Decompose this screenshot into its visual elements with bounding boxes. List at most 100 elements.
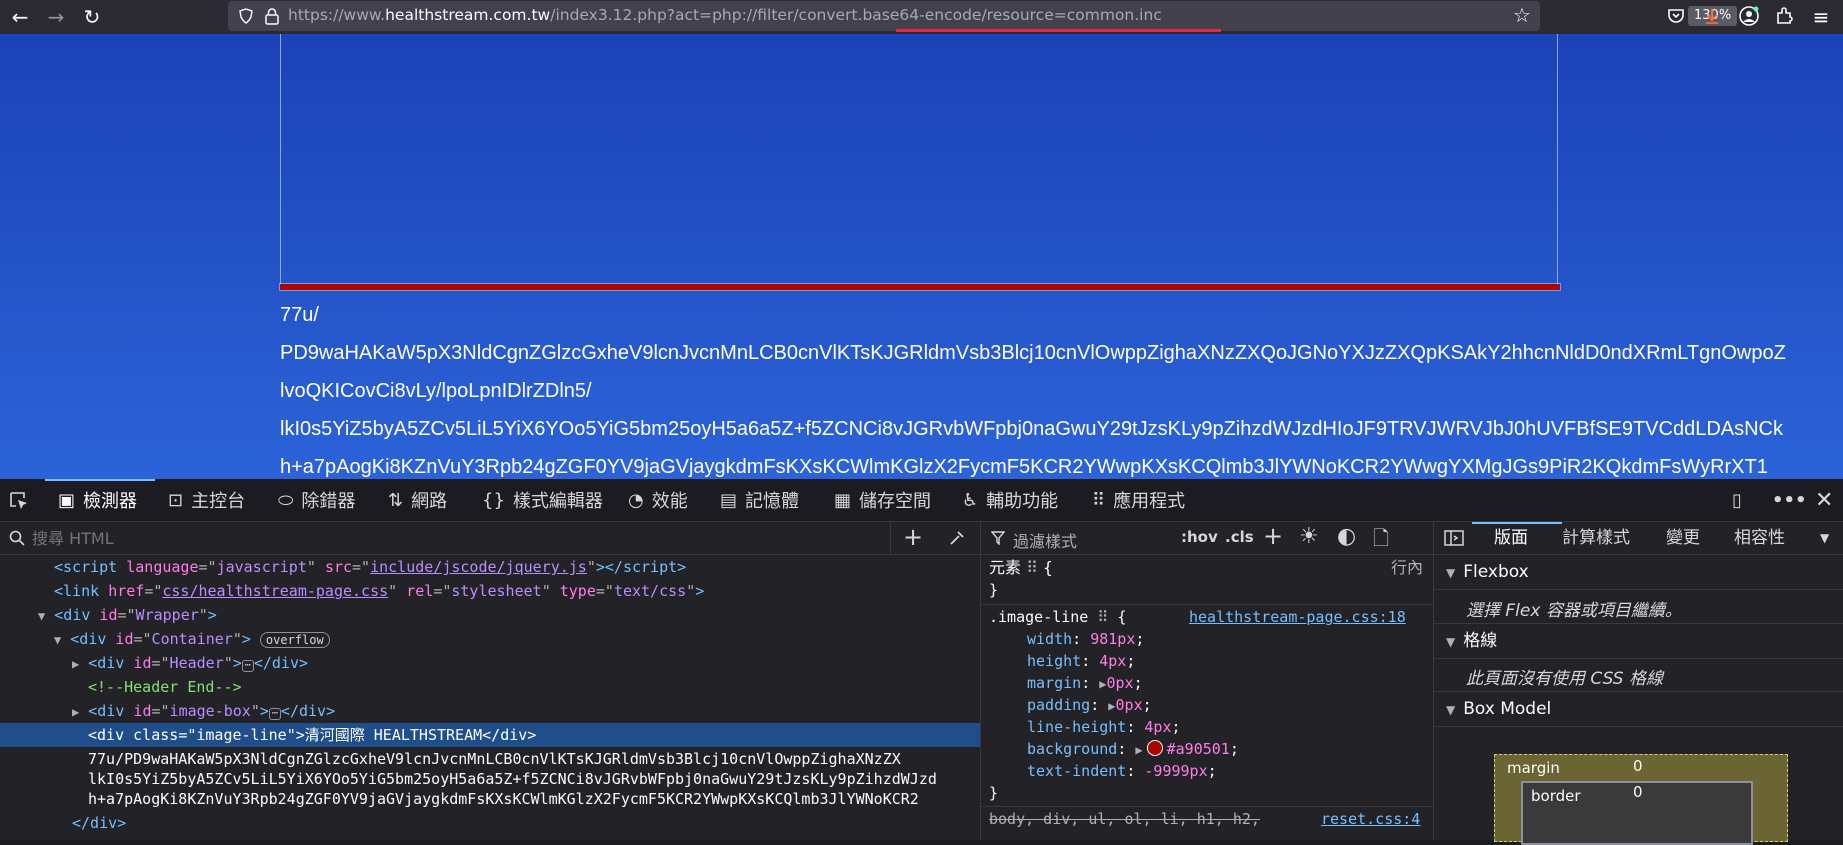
extensions-icon[interactable] [1774, 6, 1794, 26]
add-rule-icon[interactable]: + [1263, 522, 1283, 550]
css-declaration[interactable]: padding: ▶0px; [1027, 694, 1152, 716]
expand-triangle-icon: ▶ [1135, 743, 1143, 757]
markup-text-node[interactable]: h+a7pAogKi8KZnVuY3Rpb24gZGF0YV9jaGVjaygk… [0, 787, 980, 811]
print-media-icon[interactable]: 🗋 [1373, 524, 1389, 558]
browser-toolbar: ← → ↻ https://www.healthstream.com.tw/in… [0, 0, 1843, 34]
markup-node-image-line-selected[interactable]: <div class="image-line">清河國際 HEALTHSTREA… [0, 723, 980, 747]
tab-storage[interactable]: ▦ 儲存空間 [834, 479, 931, 521]
collapse-triangle-icon[interactable]: ▶ [0, 705, 79, 719]
add-node-icon[interactable]: + [903, 523, 923, 551]
margin-top-value[interactable]: 0 [1633, 757, 1643, 775]
tab-application[interactable]: ⠿ 應用程式 [1092, 479, 1185, 521]
boxmodel-margin[interactable]: margin 0 border 0 [1494, 754, 1788, 845]
markup-node-wrapper[interactable]: ▼ <div id="Wrapper"> [0, 603, 980, 627]
pocket-icon[interactable] [1666, 6, 1686, 26]
divider [890, 522, 891, 554]
collapse-triangle-icon[interactable]: ▶ [0, 657, 79, 671]
tab-console[interactable]: ⊡ 主控台 [168, 479, 245, 521]
color-swatch[interactable] [1146, 740, 1163, 756]
element-picker-icon[interactable] [8, 490, 30, 512]
responsive-design-icon[interactable]: ▯ [1732, 479, 1742, 521]
reset-source-link[interactable]: reset.css:4 [1321, 808, 1420, 830]
ellipsis-icon[interactable]: ⋯ [241, 660, 254, 672]
image-line-selector[interactable]: .image-line ⠿ { [989, 606, 1126, 628]
application-icon: ⠿ [1092, 489, 1106, 511]
flexbox-section-header[interactable]: ▼ Flexbox [1434, 555, 1843, 590]
style-editor-icon: {} [482, 489, 505, 511]
class-toggle[interactable]: .cls [1225, 528, 1254, 546]
expand-triangle-icon: ▶ [1108, 699, 1116, 713]
dark-theme-icon[interactable]: ◐ [1337, 524, 1356, 549]
markup-node-header[interactable]: ▶ <div id="Header"> ⋯ </div> [0, 651, 980, 675]
css-declaration[interactable]: margin: ▶0px; [1027, 672, 1143, 694]
border-top-value[interactable]: 0 [1633, 783, 1643, 801]
overflow-badge[interactable]: overflow [259, 632, 330, 648]
hover-state-toggle[interactable]: :hov [1181, 528, 1218, 546]
menu-hamburger-icon[interactable]: ≡ [1806, 4, 1836, 30]
memory-icon: ▤ [720, 489, 738, 511]
grid-note: 此頁面沒有使用 CSS 格線 [1466, 669, 1663, 689]
markup-close-div[interactable]: </div> [0, 811, 980, 835]
tab-layout[interactable]: 版面 [1494, 522, 1528, 554]
expand-triangle-icon[interactable]: ▼ [0, 609, 45, 623]
rules-filter-input[interactable]: 過濾樣式 [1013, 528, 1077, 552]
account-icon[interactable] [1738, 5, 1760, 27]
accessibility-icon: ♿ [962, 489, 979, 511]
rules-filter-bar: 過濾樣式 :hov .cls + ☀ ◐ 🗋 [981, 522, 1433, 555]
eyedropper-icon[interactable] [948, 529, 966, 547]
reload-icon[interactable]: ↻ [77, 4, 107, 30]
back-arrow-icon[interactable]: ← [5, 4, 35, 30]
css-declaration[interactable]: width: 981px; [1027, 628, 1144, 650]
html-search-input[interactable] [30, 528, 884, 549]
tab-accessibility[interactable]: ♿ 輔助功能 [962, 479, 1058, 521]
chevron-down-icon[interactable]: ▼ [1820, 522, 1829, 554]
boxmodel-section-header[interactable]: ▼ Box Model [1434, 691, 1843, 727]
download-icon[interactable] [1702, 6, 1722, 26]
stylesheet-source-link[interactable]: healthstream-page.css:18 [1189, 606, 1406, 628]
boxmodel-border[interactable]: border 0 [1521, 781, 1753, 845]
css-declaration[interactable]: text-indent: -9999px; [1027, 760, 1217, 782]
tab-style-editor[interactable]: {} 樣式編輯器 [482, 479, 603, 521]
url-prefix: https://www. [288, 6, 386, 24]
ellipsis-icon[interactable]: ⋯ [268, 708, 281, 720]
markup-comment[interactable]: <!--Header End--> [0, 675, 980, 699]
url-text[interactable]: https://www.healthstream.com.tw/index3.1… [288, 6, 1162, 24]
markup-node-link[interactable]: <link href="css/healthstream-page.css" r… [0, 579, 980, 603]
tab-performance[interactable]: ◔ 效能 [628, 479, 688, 521]
grid-section-header[interactable]: ▼ 格線 [1434, 623, 1843, 659]
output-line: lvoQKICovCi8vLy/lpoLpnIDlrZDln5/ [280, 380, 592, 402]
tab-computed[interactable]: 計算樣式 [1562, 522, 1630, 554]
inspector-icon: ▣ [58, 489, 76, 511]
css-declaration[interactable]: background: ▶ #a90501; [1027, 738, 1239, 760]
address-bar[interactable]: https://www.healthstream.com.tw/index3.1… [228, 1, 1738, 32]
light-theme-icon[interactable]: ☀ [1299, 524, 1319, 549]
tab-debugger[interactable]: ⬭ 除錯器 [278, 479, 355, 521]
rule-close-brace: } [989, 784, 999, 802]
markup-node-script[interactable]: <script language="javascript" src="inclu… [0, 555, 980, 579]
reset-rule-selector[interactable]: body, div, ul, ol, li, h1, h2, [989, 808, 1260, 830]
shield-icon[interactable] [238, 8, 254, 24]
expand-triangle-icon[interactable]: ▼ [0, 633, 61, 647]
url-path: /index3.12.php?act=php://filter/convert.… [550, 6, 1162, 24]
css-declaration[interactable]: height: 4px; [1027, 650, 1135, 672]
forward-arrow-icon[interactable]: → [41, 4, 71, 30]
tab-inspector[interactable]: ▣ 檢測器 [58, 479, 137, 521]
image-box [280, 34, 1558, 284]
bookmark-star-icon[interactable]: ☆ [1513, 3, 1531, 27]
markup-tree: <script language="javascript" src="inclu… [0, 555, 980, 840]
tab-network[interactable]: ⇅ 網路 [388, 479, 447, 521]
tab-memory[interactable]: ▤ 記憶體 [720, 479, 799, 521]
markup-node-container[interactable]: ▼ <div id="Container"> overflow [0, 627, 980, 651]
devtools-tabbar: ▣ 檢測器 ⊡ 主控台 ⬭ 除錯器 ⇅ 網路 {} 樣式編輯器 ◔ 效能 ▤ 記憶體 ▦ 儲存空… [0, 479, 1843, 522]
close-devtools-icon[interactable]: ✕ [1815, 479, 1833, 521]
more-options-icon[interactable]: ••• [1772, 479, 1807, 521]
devtools-panel: ▣ 檢測器 ⊡ 主控台 ⬭ 除錯器 ⇅ 網路 {} 樣式編輯器 ◔ 效能 ▤ 記憶體 ▦ 儲存空… [0, 479, 1843, 845]
markup-node-image-box[interactable]: ▶ <div id="image-box"> ⋯ </div> [0, 699, 980, 723]
output-line: 77u/ [280, 304, 319, 326]
element-rule[interactable]: 元素 ⠿ { [989, 557, 1053, 579]
lock-icon[interactable] [264, 7, 280, 25]
tab-changes[interactable]: 變更 [1666, 522, 1700, 554]
toggle-sidebar-icon[interactable] [1444, 530, 1464, 546]
css-declaration[interactable]: line-height: 4px; [1027, 716, 1181, 738]
tab-compatibility[interactable]: 相容性 [1734, 522, 1785, 554]
